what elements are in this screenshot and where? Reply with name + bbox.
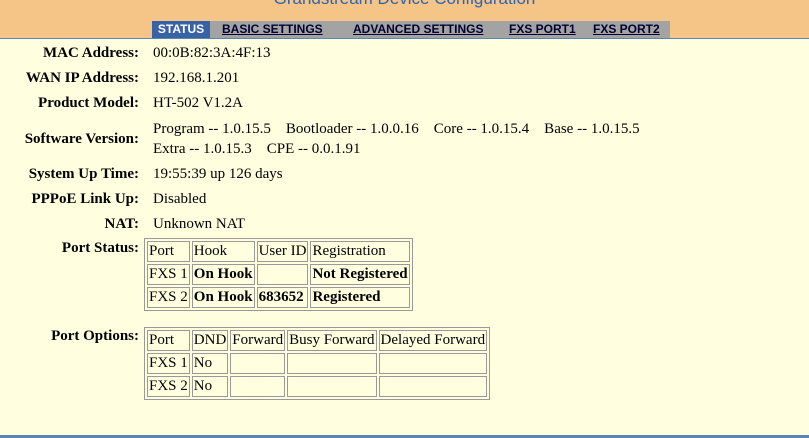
software-version-label: Software Version: bbox=[24, 131, 139, 147]
table-header-cell: Forward bbox=[230, 330, 286, 351]
table-header-cell: Hook bbox=[191, 241, 255, 262]
registration-cell: Registered bbox=[310, 287, 410, 308]
dnd-cell: No bbox=[191, 353, 229, 374]
port-cell: FXS 2 bbox=[147, 376, 190, 397]
table-row: FXS 2 On Hook 683652 Registered bbox=[147, 287, 410, 308]
table-row: FXS 1 On Hook Not Registered bbox=[147, 264, 410, 285]
system-uptime-label: System Up Time: bbox=[28, 166, 139, 182]
mac-address-label: MAC Address: bbox=[43, 45, 139, 61]
tab-advanced-settings[interactable]: ADVANCED SETTINGS bbox=[353, 21, 483, 38]
delayed-forward-cell bbox=[378, 353, 488, 374]
table-header-cell: User ID bbox=[256, 241, 309, 262]
user-id-cell: 683652 bbox=[256, 287, 309, 308]
hook-cell: On Hook bbox=[191, 287, 255, 308]
user-id-cell bbox=[256, 264, 309, 285]
registration-cell: Not Registered bbox=[310, 264, 410, 285]
tab-fxs-port1[interactable]: FXS PORT1 bbox=[509, 21, 576, 38]
wan-ip-value: 192.168.1.201 bbox=[153, 70, 240, 86]
product-model-label: Product Model: bbox=[38, 95, 139, 111]
table-header-cell: Delayed Forward bbox=[378, 330, 488, 351]
table-header-row: Port DND Forward Busy Forward Delayed Fo… bbox=[147, 330, 488, 351]
port-options-table: Port DND Forward Busy Forward Delayed Fo… bbox=[144, 327, 491, 400]
table-header-cell: Port bbox=[147, 241, 190, 262]
nat-value: Unknown NAT bbox=[153, 216, 246, 232]
table-row: FXS 2 No bbox=[147, 376, 488, 397]
header-bar: Grandstream Device Configuration STATUS … bbox=[0, 0, 809, 39]
pppoe-value: Disabled bbox=[153, 191, 207, 207]
port-cell: FXS 1 bbox=[147, 353, 190, 374]
product-model-value: HT-502 V1.2A bbox=[153, 95, 244, 111]
nav-bar: STATUS BASIC SETTINGS ADVANCED SETTINGS … bbox=[152, 21, 670, 38]
table-header-cell: Registration bbox=[310, 241, 410, 262]
port-options-label: Port Options: bbox=[51, 328, 139, 344]
delayed-forward-cell bbox=[378, 376, 488, 397]
busy-forward-cell bbox=[287, 353, 377, 374]
port-cell: FXS 2 bbox=[147, 287, 190, 308]
tab-basic-settings[interactable]: BASIC SETTINGS bbox=[222, 21, 323, 38]
system-uptime-value: 19:55:39 up 126 days bbox=[153, 166, 283, 182]
table-header-cell: DND bbox=[191, 330, 229, 351]
table-header-cell: Busy Forward bbox=[287, 330, 377, 351]
port-status-table: Port Hook User ID Registration FXS 1 On … bbox=[144, 238, 413, 311]
table-header-cell: Port bbox=[147, 330, 190, 351]
software-version-line1: Program -- 1.0.15.5 Bootloader -- 1.0.0.… bbox=[153, 121, 640, 137]
dnd-cell: No bbox=[191, 376, 229, 397]
tab-status[interactable]: STATUS bbox=[152, 21, 210, 38]
busy-forward-cell bbox=[287, 376, 377, 397]
page-title: Grandstream Device Configuration bbox=[0, 0, 809, 9]
forward-cell bbox=[230, 353, 286, 374]
table-header-row: Port Hook User ID Registration bbox=[147, 241, 410, 262]
forward-cell bbox=[230, 376, 286, 397]
wan-ip-label: WAN IP Address: bbox=[25, 70, 139, 86]
table-row: FXS 1 No bbox=[147, 353, 488, 374]
tab-fxs-port2[interactable]: FXS PORT2 bbox=[593, 21, 660, 38]
hook-cell: On Hook bbox=[191, 264, 255, 285]
port-cell: FXS 1 bbox=[147, 264, 190, 285]
port-status-label: Port Status: bbox=[61, 240, 139, 256]
pppoe-label: PPPoE Link Up: bbox=[31, 191, 139, 207]
mac-address-value: 00:0B:82:3A:4F:13 bbox=[153, 45, 271, 61]
nat-label: NAT: bbox=[104, 216, 139, 232]
software-version-line2: Extra -- 1.0.15.3 CPE -- 0.0.1.91 bbox=[153, 141, 361, 157]
